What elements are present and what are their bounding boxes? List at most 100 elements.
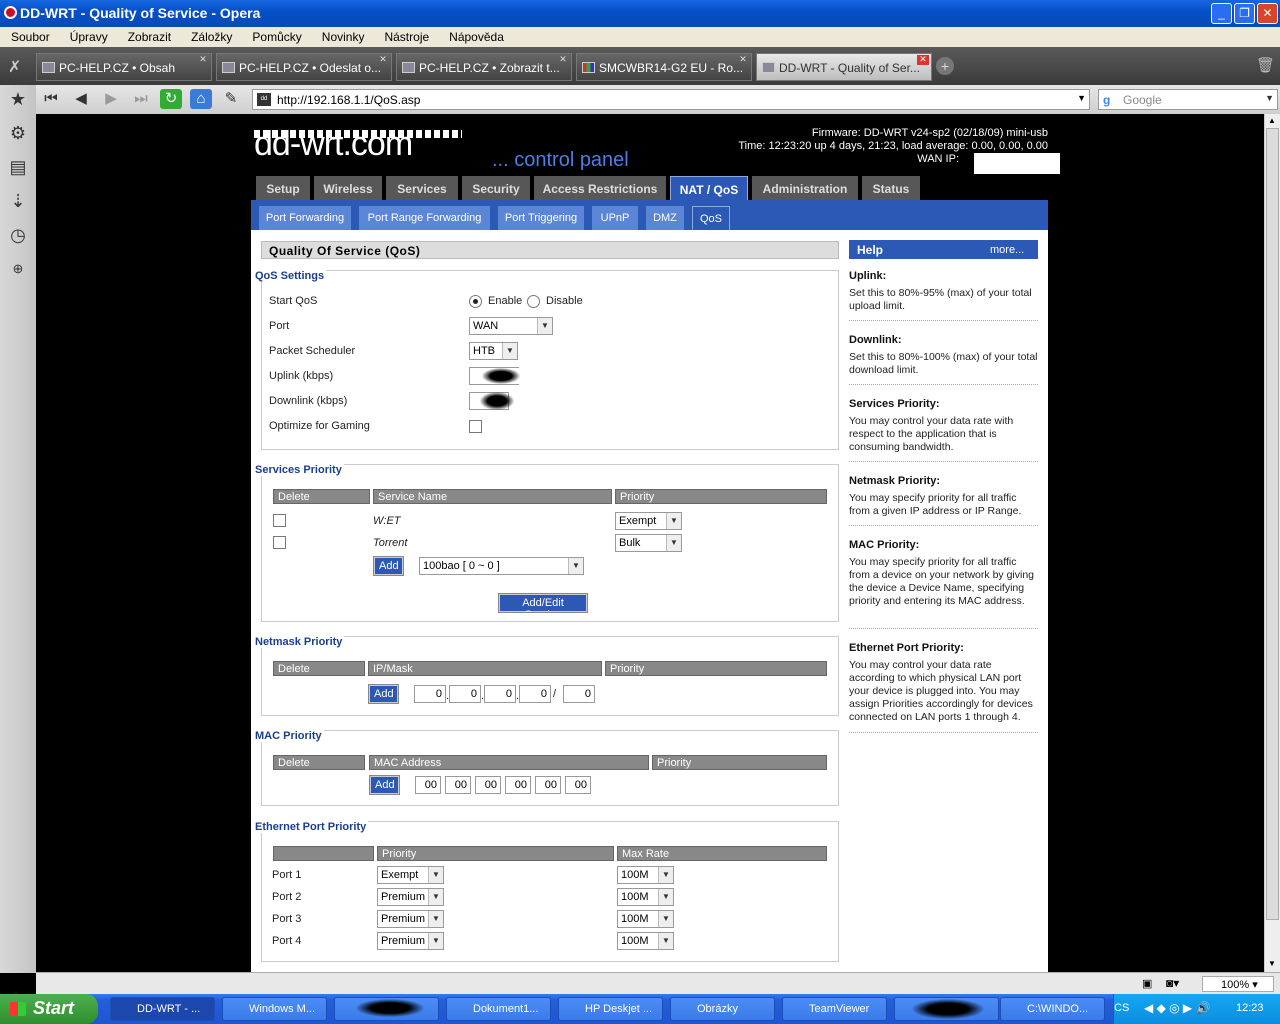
add-edit-service-button[interactable]: Add/Edit Service bbox=[498, 593, 588, 621]
service-priority-select[interactable]: Bulk ▼ bbox=[615, 534, 682, 552]
task-windows-media[interactable]: Windows M... bbox=[222, 997, 327, 1021]
subnav-port-forwarding[interactable]: Port Forwarding bbox=[259, 206, 351, 230]
mac-octet-4[interactable]: 00 bbox=[505, 776, 531, 794]
ip-octet-3[interactable]: 0 bbox=[484, 685, 516, 703]
port-priority-select[interactable]: Premium ▼ bbox=[377, 932, 444, 950]
browser-tab[interactable]: PC-HELP.CZ • Zobrazit t... ✕ bbox=[396, 53, 572, 81]
mac-octet-5[interactable]: 00 bbox=[535, 776, 561, 794]
mac-octet-1[interactable]: 00 bbox=[415, 776, 441, 794]
nav-status[interactable]: Status bbox=[862, 176, 920, 200]
port-rate-select[interactable]: 100M ▼ bbox=[617, 932, 674, 950]
ip-octet-4[interactable]: 0 bbox=[519, 685, 551, 703]
browser-tab-active[interactable]: DD-WRT - Quality of Ser... ✕ bbox=[756, 53, 932, 81]
subnav-port-range-forwarding[interactable]: Port Range Forwarding bbox=[359, 206, 490, 230]
nav-security[interactable]: Security bbox=[462, 176, 530, 200]
nav-administration[interactable]: Administration bbox=[752, 176, 858, 200]
menu-novinky[interactable]: Novinky bbox=[322, 27, 365, 47]
add-mac-button[interactable]: Add bbox=[369, 775, 400, 795]
menu-soubor[interactable]: Soubor bbox=[11, 27, 50, 47]
scheduler-select[interactable]: HTB ▼ bbox=[469, 342, 518, 360]
vertical-scrollbar[interactable]: ▲ ▼ bbox=[1264, 114, 1280, 972]
ip-octet-1[interactable]: 0 bbox=[414, 685, 446, 703]
scroll-down-icon[interactable]: ▼ bbox=[1268, 959, 1276, 968]
trash-icon[interactable]: 🗑 bbox=[1256, 56, 1275, 74]
close-button[interactable]: ✕ bbox=[1257, 3, 1278, 24]
tab-close-icon[interactable]: ✕ bbox=[197, 55, 209, 65]
start-button[interactable]: Start bbox=[0, 994, 98, 1024]
mac-octet-3[interactable]: 00 bbox=[475, 776, 501, 794]
task-hp-deskjet[interactable]: HP Deskjet ... bbox=[558, 997, 663, 1021]
maximize-button[interactable]: ❐ bbox=[1234, 3, 1255, 24]
forward-icon[interactable]: ▶ bbox=[100, 89, 122, 109]
delete-checkbox[interactable] bbox=[273, 536, 286, 549]
browser-tab[interactable]: PC-HELP.CZ • Obsah ✕ bbox=[36, 53, 212, 81]
menu-nastroje[interactable]: Nástroje bbox=[384, 27, 429, 47]
dropdown-arrow-icon[interactable]: ▼ bbox=[1077, 93, 1086, 103]
mac-octet-2[interactable]: 00 bbox=[445, 776, 471, 794]
ip-octet-2[interactable]: 0 bbox=[449, 685, 481, 703]
port-priority-select[interactable]: Premium ▼ bbox=[377, 888, 444, 906]
history-clock-icon[interactable]: ◷ bbox=[6, 223, 30, 247]
delete-checkbox[interactable] bbox=[273, 514, 286, 527]
mac-octet-6[interactable]: 00 bbox=[565, 776, 591, 794]
port-priority-select[interactable]: Premium ▼ bbox=[377, 910, 444, 928]
service-priority-select[interactable]: Exempt ▼ bbox=[615, 512, 682, 530]
tools-icon[interactable]: ✗ bbox=[8, 57, 21, 77]
task-teamviewer[interactable]: TeamViewer bbox=[782, 997, 887, 1021]
nav-setup[interactable]: Setup bbox=[256, 176, 310, 200]
task-ddwrt[interactable]: DD-WRT - ... bbox=[110, 997, 215, 1021]
address-input[interactable]: dd http://192.168.1.1/QoS.asp ▼ bbox=[252, 89, 1090, 110]
gaming-checkbox[interactable] bbox=[469, 420, 482, 433]
zoom-select[interactable]: 100% ▾ bbox=[1202, 976, 1274, 992]
port-rate-select[interactable]: 100M ▼ bbox=[617, 866, 674, 884]
tray-icons[interactable]: ◀ ◆ ◎ ▶ 🔊 bbox=[1144, 1001, 1210, 1015]
menu-upravy[interactable]: Úpravy bbox=[70, 27, 108, 47]
add-service-button[interactable]: Add bbox=[373, 556, 404, 576]
task-dokument1[interactable]: Dokument1... bbox=[446, 997, 551, 1021]
nav-access-restrictions[interactable]: Access Restrictions bbox=[534, 176, 666, 200]
panel-toggle-icon[interactable]: ▣ bbox=[1142, 977, 1152, 990]
settings-gear-icon[interactable]: ⚙ bbox=[6, 121, 30, 145]
port-select[interactable]: WAN ▼ bbox=[469, 317, 553, 335]
reload-icon[interactable]: ↻ bbox=[160, 89, 182, 109]
scroll-thumb[interactable] bbox=[1266, 128, 1279, 920]
edit-icon[interactable]: ✎ bbox=[220, 89, 242, 109]
tab-close-icon[interactable]: ✕ bbox=[917, 55, 929, 65]
windows-icon[interactable]: ▤ bbox=[6, 155, 30, 179]
nav-services[interactable]: Services bbox=[386, 176, 458, 200]
minimize-button[interactable]: _ bbox=[1211, 3, 1232, 24]
port-rate-select[interactable]: 100M ▼ bbox=[617, 888, 674, 906]
menu-zobrazit[interactable]: Zobrazit bbox=[128, 27, 171, 47]
browser-tab[interactable]: SMCWBR14-G2 EU - Ro... ✕ bbox=[576, 53, 752, 81]
service-select[interactable]: 100bao [ 0 ~ 0 ] ▼ bbox=[419, 557, 584, 575]
subnav-upnp[interactable]: UPnP bbox=[592, 206, 638, 230]
nav-nat-qos[interactable]: NAT / QoS bbox=[670, 176, 748, 200]
nav-wireless[interactable]: Wireless bbox=[314, 176, 382, 200]
scroll-up-icon[interactable]: ▲ bbox=[1268, 116, 1276, 125]
disable-radio[interactable] bbox=[527, 295, 540, 308]
transfers-icon[interactable]: ⇣ bbox=[6, 189, 30, 213]
language-indicator[interactable]: CS bbox=[1114, 1002, 1129, 1014]
subnav-dmz[interactable]: DMZ bbox=[646, 206, 684, 230]
port-rate-select[interactable]: 100M ▼ bbox=[617, 910, 674, 928]
menu-pomucky[interactable]: Pomůcky bbox=[252, 27, 301, 47]
new-tab-icon[interactable]: + bbox=[936, 57, 954, 75]
task-cmd[interactable]: C:\WINDO... bbox=[1000, 997, 1105, 1021]
menu-zalozky[interactable]: Záložky bbox=[191, 27, 232, 47]
add-netmask-button[interactable]: Add bbox=[368, 684, 399, 704]
mask-input[interactable]: 0 bbox=[563, 685, 595, 703]
enable-radio[interactable] bbox=[469, 295, 482, 308]
search-input[interactable]: g Google ▼ bbox=[1098, 89, 1278, 110]
search-dropdown-icon[interactable]: ▼ bbox=[1265, 93, 1274, 103]
menu-napoveda[interactable]: Nápověda bbox=[449, 27, 504, 47]
tab-close-icon[interactable]: ✕ bbox=[377, 55, 389, 65]
tab-close-icon[interactable]: ✕ bbox=[737, 55, 749, 65]
port-priority-select[interactable]: Exempt ▼ bbox=[377, 866, 444, 884]
help-more-link[interactable]: more... bbox=[990, 244, 1024, 256]
rewind-icon[interactable]: ⏮ bbox=[40, 89, 62, 109]
home-icon[interactable]: ⌂ bbox=[190, 89, 212, 109]
bookmarks-star-icon[interactable]: ★ bbox=[6, 87, 30, 111]
fast-forward-icon[interactable]: ⏭ bbox=[130, 89, 152, 109]
task-obrazky[interactable]: Obrázky bbox=[670, 997, 775, 1021]
browser-tab[interactable]: PC-HELP.CZ • Odeslat o... ✕ bbox=[216, 53, 392, 81]
